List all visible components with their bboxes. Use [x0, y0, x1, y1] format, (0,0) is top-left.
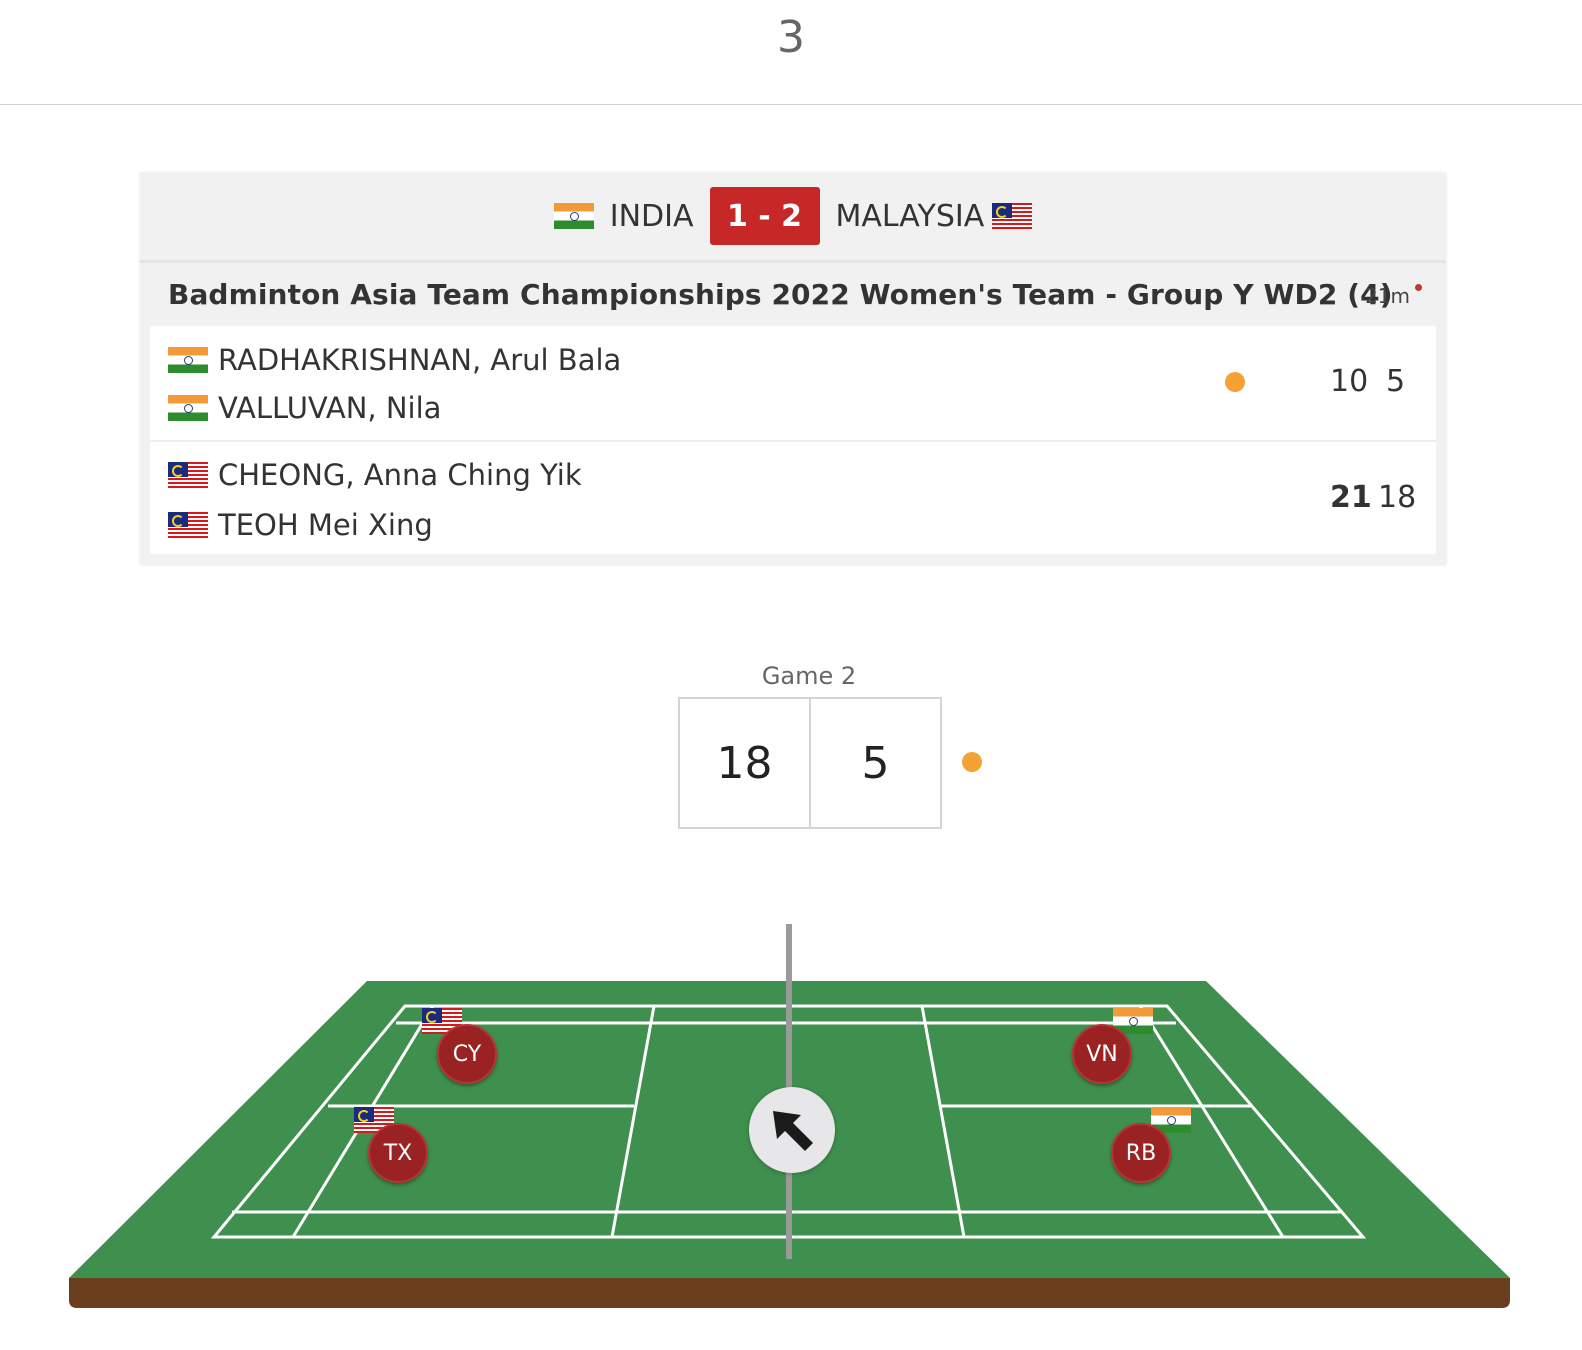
- set-score: 10: [1330, 364, 1369, 399]
- tie-score-badge: 1 - 2: [709, 187, 820, 245]
- player-marker-vn[interactable]: VN: [1072, 1024, 1132, 1084]
- home-team[interactable]: INDIA: [538, 199, 694, 234]
- malaysia-flag-icon: [168, 512, 208, 538]
- match-duration: 21m: [1365, 284, 1410, 308]
- player-name: RADHAKRISHNAN, Arul Bala: [218, 343, 622, 377]
- current-game-score: 18 5: [678, 697, 942, 829]
- player-marker-cy[interactable]: CY: [437, 1024, 497, 1084]
- player-row: CHEONG, Anna Ching Yik: [168, 458, 582, 492]
- tie-header: INDIA 1 - 2 MALAYSIA: [140, 172, 1446, 263]
- live-indicator-icon: [1415, 284, 1422, 291]
- player-marker-rb[interactable]: RB: [1111, 1123, 1171, 1183]
- game-score-left: 18: [716, 737, 773, 789]
- set-score: 18: [1378, 480, 1417, 515]
- malaysia-flag-icon: [168, 462, 208, 488]
- arrow-up-left-icon: [773, 1111, 813, 1151]
- malaysia-flag-icon: [992, 203, 1033, 229]
- player-marker-tx[interactable]: TX: [368, 1123, 428, 1183]
- india-flag-icon: [168, 347, 208, 373]
- shuttle-direction-button[interactable]: [749, 1087, 835, 1173]
- home-team-name: INDIA: [609, 198, 694, 234]
- india-flag-icon: [553, 203, 594, 229]
- india-flag-icon: [168, 395, 208, 421]
- player-name: VALLUVAN, Nila: [218, 391, 442, 425]
- match-scoreboard: INDIA 1 - 2 MALAYSIA Badminton Asia Team…: [140, 172, 1446, 564]
- player-row: TEOH Mei Xing: [168, 508, 433, 542]
- player-name: TEOH Mei Xing: [218, 508, 433, 542]
- away-team[interactable]: MALAYSIA: [836, 199, 1049, 234]
- match-title[interactable]: Badminton Asia Team Championships 2022 W…: [168, 278, 1393, 311]
- serving-indicator-icon: [962, 752, 982, 772]
- set-score: 5: [1386, 364, 1406, 399]
- game-score-right: 5: [809, 699, 940, 827]
- player-name: CHEONG, Anna Ching Yik: [218, 458, 582, 492]
- away-team-name: MALAYSIA: [835, 198, 985, 234]
- set-score: 21: [1330, 480, 1372, 515]
- divider: [0, 104, 1582, 105]
- section-number: 3: [777, 12, 805, 63]
- player-row: RADHAKRISHNAN, Arul Bala: [168, 343, 621, 377]
- current-game-label: Game 2: [761, 662, 857, 690]
- team-row-india[interactable]: RADHAKRISHNAN, Arul Bala VALLUVAN, Nila …: [150, 326, 1436, 442]
- serving-indicator-icon: [1225, 372, 1245, 392]
- team-row-malaysia[interactable]: CHEONG, Anna Ching Yik TEOH Mei Xing 21 …: [150, 442, 1436, 554]
- player-row: VALLUVAN, Nila: [168, 391, 441, 425]
